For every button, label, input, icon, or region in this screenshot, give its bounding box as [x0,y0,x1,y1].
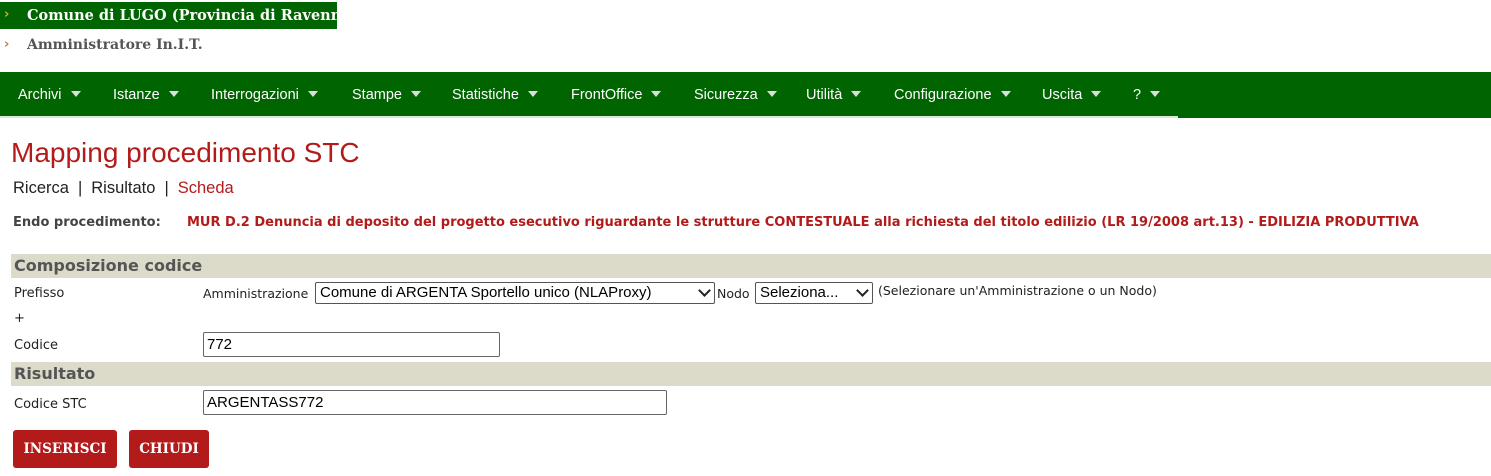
endo-label: Endo procedimento: [13,215,161,230]
selection-hint: (Selezionare un'Amministrazione o un Nod… [878,283,1157,298]
prefisso-label: Prefisso [14,286,65,301]
menu-interrogazioni[interactable]: Interrogazioni [211,72,318,118]
user-name: Amministratore In.I.T. [27,37,203,53]
close-button[interactable]: CHIUDI [129,430,209,468]
risultato-heading: Risultato [11,362,1491,386]
chevron-down-icon [698,284,711,297]
menu-archivi[interactable]: Archivi [18,72,81,118]
menu-utilita[interactable]: Utilità [806,72,862,118]
menu-label: Uscita [1042,87,1083,103]
caret-down-icon [410,91,421,98]
insert-button[interactable]: INSERISCI [13,430,117,468]
menu-label: Configurazione [894,87,992,103]
menu-label: ? [1133,87,1142,103]
amministrazione-selected: Comune di ARGENTA Sportello unico (NLAPr… [320,284,652,301]
codice-stc-input[interactable]: ARGENTASS772 [203,390,667,415]
breadcrumb-separator: | [164,179,169,197]
caret-down-icon [70,91,81,98]
breadcrumb-ricerca[interactable]: Ricerca [13,179,69,197]
menu-frontoffice[interactable]: FrontOffice [571,72,662,118]
caret-down-icon [307,91,318,98]
codice-stc-label: Codice STC [14,397,87,412]
amministrazione-label: Amministrazione [203,286,309,301]
menu-stampe[interactable]: Stampe [352,72,421,118]
codice-label: Codice [14,338,59,353]
nodo-selected: Seleziona... [760,284,839,301]
menu-uscita[interactable]: Uscita [1042,72,1102,118]
menu-sicurezza[interactable]: Sicurezza [694,72,777,118]
caret-down-icon [1000,91,1011,98]
plus-sign: + [14,311,25,326]
main-menu: Archivi Istanze Interrogazioni Stampe St… [0,72,1491,118]
menu-label: FrontOffice [571,87,643,103]
caret-down-icon [1150,91,1161,98]
page-title: Mapping procedimento STC [11,137,360,168]
organization-name: Comune di LUGO (Provincia di Ravenna) [27,7,358,24]
chevron-right-icon: › [4,7,10,22]
breadcrumb-separator: | [77,179,83,197]
menu-label: Istanze [113,87,160,103]
breadcrumb-risultato[interactable]: Risultato [91,179,155,197]
endo-value: MUR D.2 Denuncia di deposito del progett… [187,215,1419,230]
breadcrumb: Ricerca | Risultato | Scheda [13,179,234,198]
menu-divider [0,116,1178,118]
caret-down-icon [851,91,862,98]
menu-label: Sicurezza [694,87,758,103]
menu-label: Utilità [806,87,843,103]
chevron-down-icon [856,284,869,297]
amministrazione-select[interactable]: Comune di ARGENTA Sportello unico (NLAPr… [315,282,715,304]
caret-down-icon [168,91,179,98]
breadcrumb-scheda[interactable]: Scheda [178,179,234,197]
menu-label: Archivi [18,87,62,103]
chevron-right-icon: › [4,37,10,52]
menu-label: Statistiche [452,87,519,103]
menu-istanze[interactable]: Istanze [113,72,179,118]
nodo-select[interactable]: Seleziona... [755,282,873,304]
caret-down-icon [1091,91,1102,98]
menu-label: Interrogazioni [211,87,299,103]
organization-banner: › Comune di LUGO (Provincia di Ravenna) [0,2,358,29]
menu-statistiche[interactable]: Statistiche [452,72,538,118]
composizione-heading: Composizione codice [11,254,1491,278]
codice-input[interactable]: 772 [203,332,500,357]
caret-down-icon [766,91,777,98]
menu-label: Stampe [352,87,402,103]
menu-configurazione[interactable]: Configurazione [894,72,1011,118]
caret-down-icon [527,91,538,98]
caret-down-icon [651,91,662,98]
menu-help[interactable]: ? [1133,72,1161,118]
nodo-label: Nodo [717,286,750,301]
